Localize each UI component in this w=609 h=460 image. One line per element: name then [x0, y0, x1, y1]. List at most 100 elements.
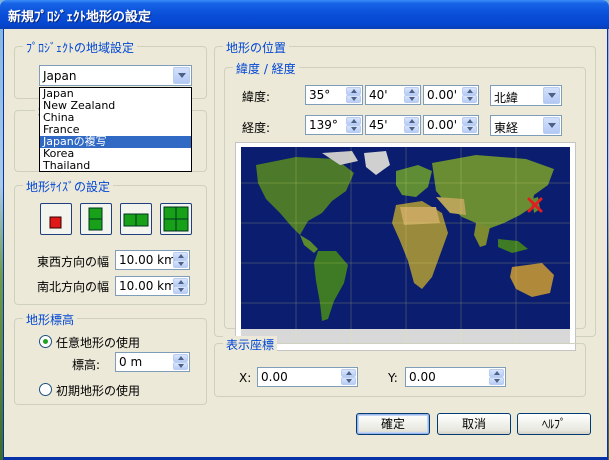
- ns-width-label: 南北方向の幅: [37, 280, 110, 294]
- size-2x1-button[interactable]: [120, 203, 152, 235]
- ew-width-spin[interactable]: [173, 252, 188, 268]
- lat-min-stepper[interactable]: 40': [365, 85, 421, 105]
- x-coord-stepper[interactable]: 0.00: [257, 367, 358, 387]
- height-spin[interactable]: [173, 354, 188, 370]
- arrow-up-icon[interactable]: [462, 117, 477, 125]
- arrow-down-icon[interactable]: [404, 95, 419, 103]
- size-1x2-button[interactable]: [80, 203, 112, 235]
- lat-direction-value: 北緯: [494, 91, 519, 105]
- lat-min-value: 40': [369, 88, 388, 102]
- lon-min-value: 45': [369, 118, 388, 132]
- y-coord-stepper[interactable]: 0.00: [405, 367, 506, 387]
- lon-sec-value: 0.00': [427, 118, 458, 132]
- lat-sec-stepper[interactable]: 0.00': [423, 85, 479, 105]
- size-2x1-icon: [123, 213, 149, 227]
- lon-direction-value: 東経: [494, 121, 519, 135]
- arrow-up-icon[interactable]: [404, 87, 419, 95]
- lat-deg-stepper[interactable]: 35°: [305, 85, 363, 105]
- arrow-up-icon[interactable]: [462, 87, 477, 95]
- chevron-down-icon[interactable]: [543, 87, 560, 104]
- dialog-window: 新規ﾌﾟﾛｼﾞｪｸﾄ地形の設定 ﾌﾟﾛｼﾞｪｸﾄの地域設定 Japan Japa…: [0, 0, 609, 460]
- ns-width-stepper[interactable]: 10.00 km: [115, 276, 190, 296]
- arrow-down-icon[interactable]: [173, 362, 188, 370]
- ns-width-value: 10.00 km: [119, 279, 176, 293]
- arbitrary-terrain-radio[interactable]: [39, 335, 52, 348]
- arrow-up-icon[interactable]: [346, 117, 361, 125]
- lon-direction-combo[interactable]: 東経: [490, 115, 562, 136]
- arrow-up-icon[interactable]: [173, 252, 188, 260]
- latlon-subgroup-title: 緯度 / 経度: [233, 60, 299, 77]
- ok-button[interactable]: 確定: [356, 413, 430, 435]
- arrow-down-icon[interactable]: [346, 125, 361, 133]
- initial-terrain-label: 初期地形の使用: [56, 384, 141, 398]
- arrow-up-icon[interactable]: [173, 354, 188, 362]
- position-group-title: 地形の位置: [223, 39, 290, 56]
- lon-deg-value: 139°: [309, 118, 338, 132]
- arbitrary-terrain-label: 任意地形の使用: [56, 336, 141, 350]
- height-stepper[interactable]: 0 m: [115, 352, 190, 372]
- arrow-down-icon[interactable]: [346, 95, 361, 103]
- size-1x1-icon: [49, 216, 62, 229]
- arrow-down-icon[interactable]: [462, 95, 477, 103]
- arrow-down-icon[interactable]: [489, 377, 504, 385]
- coords-group-title: 表示座標: [223, 336, 278, 353]
- y-coord-spin[interactable]: [489, 369, 504, 385]
- lat-min-spin[interactable]: [404, 87, 419, 103]
- arrow-down-icon[interactable]: [341, 377, 356, 385]
- lat-sec-spin[interactable]: [462, 87, 477, 103]
- world-map-frame: [235, 142, 576, 351]
- height-value: 0 m: [119, 355, 143, 369]
- x-label: X:: [239, 371, 252, 385]
- chevron-down-icon[interactable]: [543, 117, 560, 134]
- title-bar[interactable]: 新規ﾌﾟﾛｼﾞｪｸﾄ地形の設定: [0, 0, 609, 29]
- longitude-label: 経度:: [242, 121, 271, 135]
- lat-deg-spin[interactable]: [346, 87, 361, 103]
- region-group-title: ﾌﾟﾛｼﾞｪｸﾄの地域設定: [23, 39, 138, 56]
- size-1x2-icon: [88, 207, 103, 231]
- initial-terrain-radio[interactable]: [39, 383, 52, 396]
- arrow-down-icon[interactable]: [404, 125, 419, 133]
- arrow-up-icon[interactable]: [173, 278, 188, 286]
- help-button[interactable]: ﾍﾙﾌﾟ: [517, 413, 591, 435]
- cancel-button[interactable]: 取消: [437, 413, 511, 435]
- lon-min-stepper[interactable]: 45': [365, 115, 421, 135]
- arrow-up-icon[interactable]: [341, 369, 356, 377]
- arrow-down-icon[interactable]: [173, 286, 188, 294]
- lon-deg-spin[interactable]: [346, 117, 361, 133]
- arrow-up-icon[interactable]: [404, 117, 419, 125]
- lat-sec-value: 0.00': [427, 88, 458, 102]
- ns-width-spin[interactable]: [173, 278, 188, 294]
- list-item[interactable]: Thailand: [40, 160, 191, 172]
- size-group-title: 地形ｻｲｽﾞの設定: [23, 178, 114, 195]
- lon-sec-stepper[interactable]: 0.00': [423, 115, 479, 135]
- region-dropdown-list[interactable]: Japan New Zealand China France Japanの複写 …: [39, 87, 192, 172]
- lat-deg-value: 35°: [309, 88, 331, 102]
- arrow-down-icon[interactable]: [173, 260, 188, 268]
- arrow-down-icon[interactable]: [462, 125, 477, 133]
- ew-width-label: 東西方向の幅: [37, 255, 110, 269]
- lon-deg-stepper[interactable]: 139°: [305, 115, 363, 135]
- latitude-label: 緯度:: [242, 90, 271, 104]
- region-combo-value: Japan: [43, 69, 77, 83]
- x-coord-spin[interactable]: [341, 369, 356, 385]
- height-label: 標高:: [72, 358, 101, 372]
- lat-direction-combo[interactable]: 北緯: [490, 85, 562, 106]
- arrow-up-icon[interactable]: [489, 369, 504, 377]
- chevron-down-icon[interactable]: [173, 67, 190, 84]
- ew-width-stepper[interactable]: 10.00 km: [115, 250, 190, 270]
- arrow-up-icon[interactable]: [346, 87, 361, 95]
- region-combo[interactable]: Japan: [39, 65, 192, 86]
- size-2x2-button[interactable]: [160, 203, 192, 235]
- dialog-body: ﾌﾟﾛｼﾞｪｸﾄの地域設定 Japan Japan New Zealand Ch…: [3, 29, 608, 460]
- window-title: 新規ﾌﾟﾛｼﾞｪｸﾄ地形の設定: [8, 10, 152, 25]
- elevation-group-title: 地形標高: [23, 311, 78, 328]
- y-coord-value: 0.00: [409, 370, 436, 384]
- world-map[interactable]: [236, 143, 575, 350]
- size-2x2-icon: [163, 206, 189, 232]
- x-coord-value: 0.00: [261, 370, 288, 384]
- size-1x1-button[interactable]: [40, 203, 72, 235]
- ew-width-value: 10.00 km: [119, 253, 176, 267]
- y-label: Y:: [388, 371, 398, 385]
- lon-sec-spin[interactable]: [462, 117, 477, 133]
- lon-min-spin[interactable]: [404, 117, 419, 133]
